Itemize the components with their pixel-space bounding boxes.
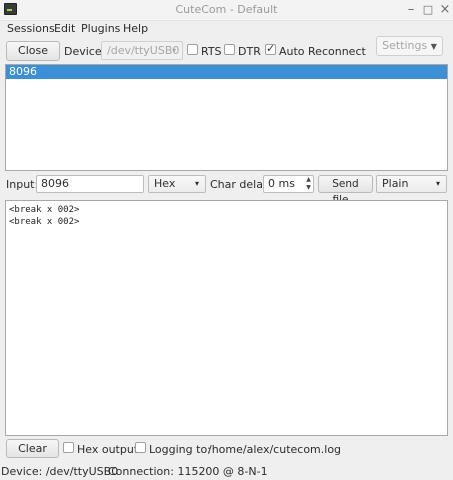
menu-sessions[interactable]: Sessions (7, 22, 55, 35)
chevron-down-icon: ▼ (430, 42, 437, 51)
dtr-label: DTR (238, 45, 261, 58)
menu-help[interactable]: Help (123, 22, 148, 35)
history-list[interactable] (5, 64, 448, 171)
chevron-down-icon: ▾ (171, 46, 176, 55)
maximize-icon[interactable]: □ (420, 2, 436, 18)
minimize-icon[interactable]: – (403, 2, 419, 18)
device-label: Device: (64, 45, 106, 58)
output-view[interactable] (5, 200, 448, 436)
chevron-down-icon: ▾ (435, 179, 440, 188)
hex-output-checkbox[interactable] (63, 442, 74, 453)
input-format-select[interactable]: Hex ▾ (148, 175, 206, 193)
rts-label: RTS (201, 45, 222, 58)
rts-checkbox[interactable] (187, 44, 198, 55)
auto-reconnect-checkbox[interactable] (265, 42, 276, 55)
history-item[interactable]: 8096 (6, 65, 447, 79)
char-delay-value: 0 ms (268, 177, 295, 190)
status-device: Device: /dev/ttyUSB0 (1, 465, 119, 478)
menu-plugins[interactable]: Plugins (81, 22, 120, 35)
device-select[interactable]: /dev/ttyUSB0 ▾ (101, 41, 183, 60)
logging-checkbox[interactable] (135, 442, 146, 453)
status-connection: Connection: 115200 @ 8-N-1 (108, 465, 268, 478)
hex-output-label: Hex output (77, 443, 139, 456)
spin-arrows-icon[interactable]: ▲ ▼ (304, 176, 313, 192)
menu-edit[interactable]: Edit (54, 22, 75, 35)
chevron-down-icon: ▾ (194, 179, 199, 188)
close-button[interactable]: Close (6, 41, 60, 61)
log-path[interactable]: /home/alex/cutecom.log (208, 443, 341, 456)
auto-reconnect-label: Auto Reconnect (279, 45, 366, 58)
logging-label: Logging to: (149, 443, 211, 456)
close-window-icon[interactable]: × (437, 2, 453, 18)
clear-button[interactable]: Clear (6, 439, 59, 458)
input-format-value: Hex (154, 177, 176, 190)
output-line: <break x 002> (9, 205, 80, 215)
send-mode-select[interactable]: Plain ▾ (376, 175, 447, 193)
input-label: Input: (6, 178, 39, 191)
device-select-value: /dev/ttyUSB0 (107, 44, 180, 57)
send-file-button[interactable]: Send file... (318, 175, 373, 206)
dtr-checkbox[interactable] (224, 44, 235, 55)
input-field[interactable]: 8096 (36, 175, 144, 193)
send-mode-value: Plain (382, 177, 409, 190)
output-line: <break x 002> (9, 217, 80, 227)
settings-button-label: Settings (382, 39, 428, 52)
window-title: CuteCom - Default (175, 3, 278, 16)
settings-button[interactable]: Settings ▼ (376, 36, 443, 56)
